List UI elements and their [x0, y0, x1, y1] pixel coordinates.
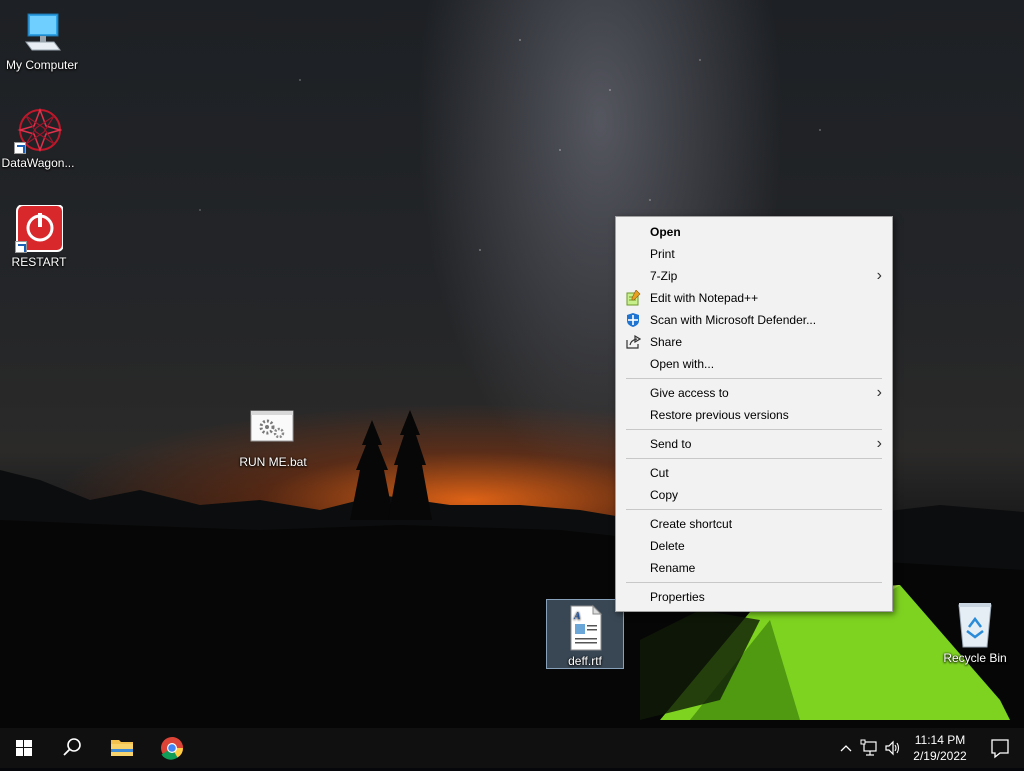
clock-date: 2/19/2022	[913, 749, 967, 763]
menu-separator	[626, 378, 882, 379]
menu-item-rename[interactable]: Rename	[616, 557, 892, 579]
menu-separator	[626, 458, 882, 459]
system-tray	[836, 728, 904, 768]
notifications-button[interactable]	[976, 728, 1024, 768]
menu-item-7zip[interactable]: 7-Zip ›	[616, 265, 892, 287]
menu-item-copy[interactable]: Copy	[616, 484, 892, 506]
shortcut-arrow-icon	[14, 142, 26, 154]
notepad-plus-plus-icon	[625, 289, 641, 306]
folder-icon	[111, 740, 133, 756]
menu-item-scan-defender-label: Scan with Microsoft Defender...	[650, 313, 817, 327]
volume-icon[interactable]	[885, 740, 900, 756]
start-button[interactable]	[0, 728, 48, 768]
taskbar-clock[interactable]: 11:14 PM 2/19/2022	[905, 732, 975, 764]
menu-item-delete[interactable]: Delete	[616, 535, 892, 557]
menu-item-share-label: Share	[650, 335, 683, 349]
my-computer-icon[interactable]: My Computer	[0, 8, 84, 72]
search-icon	[63, 738, 81, 756]
restart-label: RESTART	[11, 255, 67, 269]
chevron-right-icon: ›	[876, 384, 882, 401]
rtf-document-icon: A	[561, 604, 609, 652]
menu-item-send-to-label: Send to	[650, 437, 692, 451]
recycle-bin-glyph-icon	[951, 601, 999, 649]
datawagon-icon[interactable]: DataWagon...	[0, 106, 80, 170]
menu-item-share[interactable]: Share	[616, 331, 892, 353]
menu-item-send-to[interactable]: Send to ›	[616, 433, 892, 455]
menu-item-open-with[interactable]: Open with...	[616, 353, 892, 375]
menu-item-edit-notepad[interactable]: Edit with Notepad++	[616, 287, 892, 309]
menu-item-cut[interactable]: Cut	[616, 462, 892, 484]
chevron-right-icon: ›	[876, 435, 882, 452]
menu-item-restore-versions[interactable]: Restore previous versions	[616, 404, 892, 426]
recycle-bin-icon[interactable]: Recycle Bin	[933, 601, 1017, 665]
menu-item-print[interactable]: Print	[616, 243, 892, 265]
restart-icon[interactable]: RESTART	[0, 204, 81, 269]
network-icon[interactable]	[860, 739, 877, 756]
chrome-icon	[161, 737, 183, 760]
menu-item-edit-notepad-label: Edit with Notepad++	[650, 291, 759, 305]
menu-item-create-shortcut[interactable]: Create shortcut	[616, 513, 892, 535]
menu-item-scan-defender[interactable]: Scan with Microsoft Defender...	[616, 309, 892, 331]
power-icon	[15, 204, 64, 253]
menu-item-properties[interactable]: Properties	[616, 586, 892, 608]
menu-item-give-access-label: Give access to	[650, 386, 729, 400]
defender-shield-icon	[625, 312, 641, 328]
datawagon-logo-icon	[14, 106, 63, 154]
deff-rtf-icon[interactable]: A deff.rtf	[546, 599, 624, 669]
windows-logo-icon	[16, 740, 32, 756]
menu-separator	[626, 582, 882, 583]
menu-item-open[interactable]: Open	[616, 221, 892, 243]
taskbar: 11:14 PM 2/19/2022	[0, 728, 1024, 768]
shortcut-arrow-icon	[15, 241, 27, 253]
recycle-bin-label: Recycle Bin	[943, 651, 1007, 665]
menu-item-give-access[interactable]: Give access to ›	[616, 382, 892, 404]
run-me-bat-label: RUN ME.bat	[239, 455, 307, 469]
clock-time: 11:14 PM	[914, 733, 966, 747]
context-menu[interactable]: Open Print 7-Zip › Edit with Notepad++ S…	[615, 216, 893, 612]
svg-text:A: A	[573, 611, 581, 622]
share-icon	[625, 334, 642, 350]
run-me-bat-icon[interactable]: RUN ME.bat	[231, 405, 315, 469]
batch-file-gears-icon	[249, 405, 297, 453]
menu-separator	[626, 509, 882, 510]
chevron-right-icon: ›	[876, 267, 882, 284]
search-button[interactable]	[48, 728, 96, 768]
datawagon-label: DataWagon...	[1, 156, 75, 170]
chevron-up-icon[interactable]	[840, 745, 852, 752]
chrome-button[interactable]	[148, 728, 196, 768]
menu-item-7zip-label: 7-Zip	[650, 269, 678, 283]
deff-rtf-label: deff.rtf	[568, 654, 602, 668]
computer-icon	[18, 8, 66, 56]
menu-separator	[626, 429, 882, 430]
my-computer-label: My Computer	[5, 58, 79, 72]
desktop[interactable]: My Computer DataWagon... RESTART RUN ME.…	[0, 0, 1024, 728]
notification-icon	[991, 739, 1009, 759]
file-explorer-button[interactable]	[98, 728, 146, 768]
